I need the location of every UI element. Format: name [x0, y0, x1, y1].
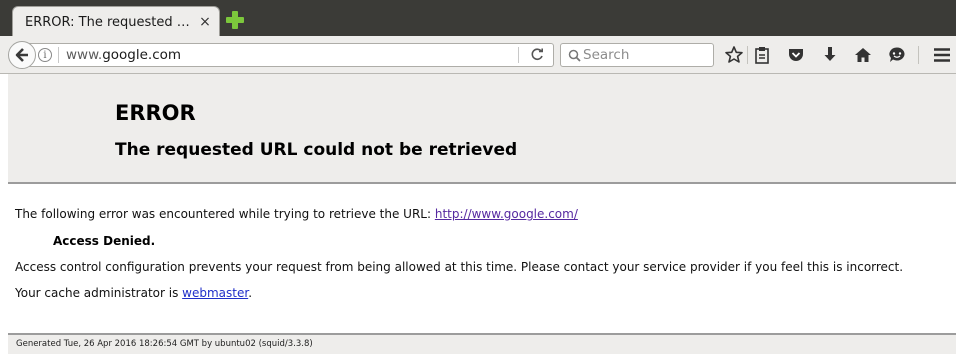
tab-title: ERROR: The requested … [25, 15, 190, 30]
bookmark-star-icon[interactable] [724, 45, 744, 65]
tab-close-icon[interactable]: × [197, 14, 213, 30]
info-icon[interactable]: i [38, 48, 52, 62]
chat-icon[interactable] [887, 45, 907, 65]
url-text[interactable]: www.google.com [66, 47, 181, 63]
back-arrow-icon [15, 48, 28, 62]
hamburger-menu-icon[interactable] [932, 45, 952, 65]
requested-url-link[interactable]: http://www.google.com/ [435, 207, 578, 221]
error-header: ERROR The requested URL could not be ret… [8, 74, 956, 184]
footer-text: Generated Tue, 26 Apr 2016 18:26:54 GMT … [16, 339, 313, 349]
new-tab-plus-icon[interactable] [226, 11, 244, 29]
footer: Generated Tue, 26 Apr 2016 18:26:54 GMT … [8, 335, 956, 354]
search-placeholder: Search [583, 47, 630, 63]
tab-error-page[interactable]: ERROR: The requested … × [12, 6, 220, 36]
pocket-icon[interactable] [786, 45, 806, 65]
navigation-toolbar: i www.google.com Search [0, 36, 956, 74]
error-title: ERROR [115, 101, 196, 125]
reading-list-icon[interactable] [752, 45, 772, 65]
error-name: Access Denied. [53, 234, 156, 248]
url-bar[interactable]: i www.google.com [24, 43, 554, 67]
reload-icon[interactable] [530, 48, 544, 66]
url-divider [58, 47, 59, 63]
toolbar-divider [918, 46, 919, 64]
search-icon [568, 49, 581, 62]
error-subtitle: The requested URL could not be retrieved [115, 140, 518, 160]
home-icon[interactable] [853, 45, 873, 65]
admin-text: Your cache administrator is webmaster. [15, 286, 253, 300]
back-button[interactable] [8, 41, 36, 69]
toolbar-divider [747, 46, 748, 64]
tab-strip: ERROR: The requested … × [0, 0, 956, 36]
reload-divider [518, 47, 519, 63]
explanation-text: Access control configuration prevents yo… [15, 260, 904, 274]
intro-text: The following error was encountered whil… [15, 207, 578, 221]
search-bar[interactable]: Search [560, 43, 714, 67]
downloads-icon[interactable] [820, 45, 840, 65]
webmaster-link[interactable]: webmaster [182, 286, 248, 300]
